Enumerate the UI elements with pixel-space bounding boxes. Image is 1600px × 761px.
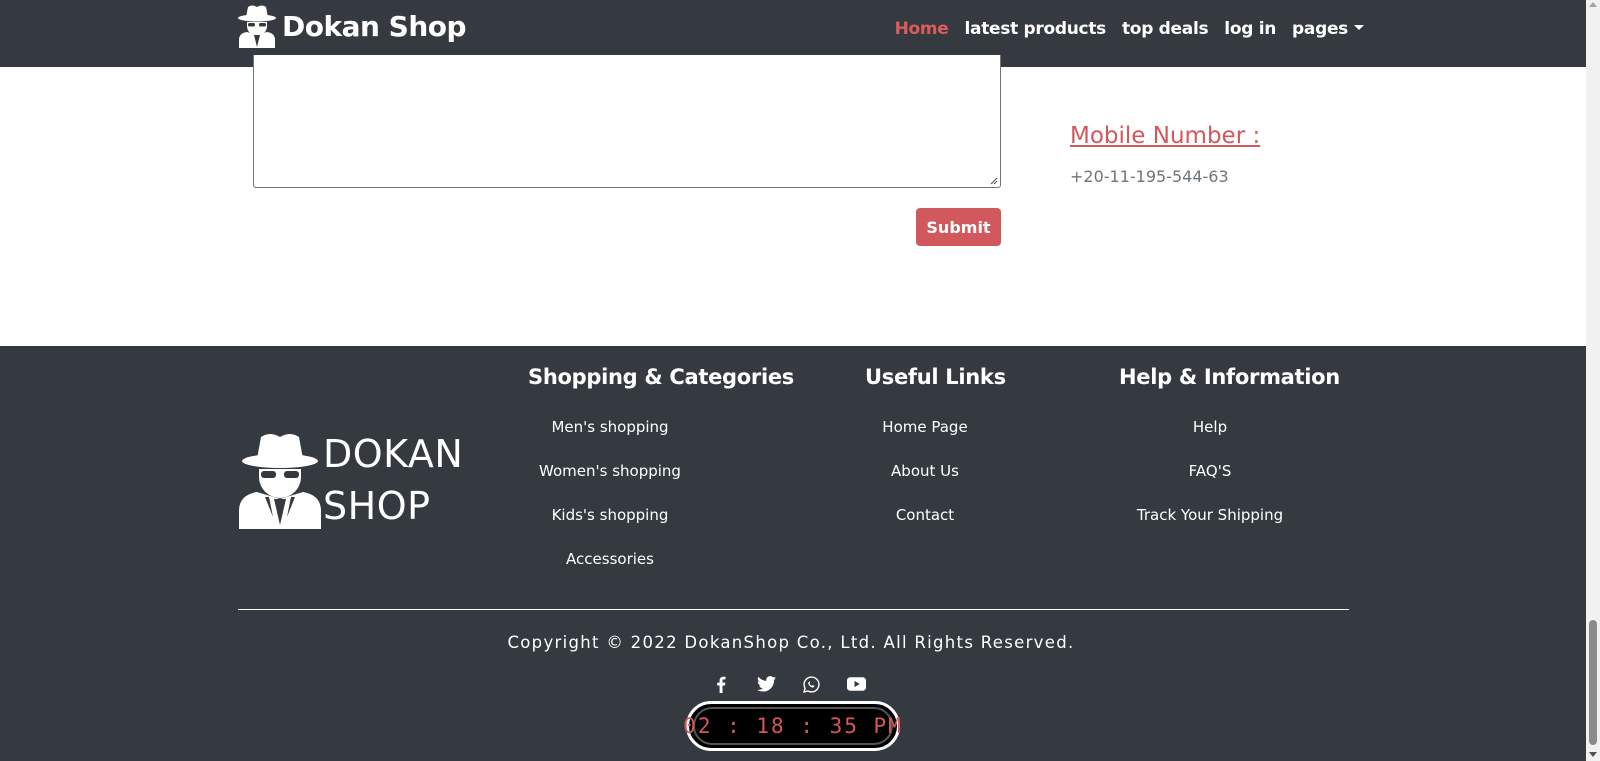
message-textarea[interactable] [253, 55, 1001, 188]
twitter-icon[interactable] [755, 673, 777, 695]
spy-icon [238, 5, 276, 48]
footer-link-home-page[interactable]: Home Page [845, 417, 1005, 461]
footer-column-title: Useful Links [865, 365, 1006, 389]
footer-logo: DOKAN SHOP [237, 428, 463, 532]
mobile-number-title: Mobile Number : [1070, 123, 1261, 149]
footer-link-track-shipping[interactable]: Track Your Shipping [1099, 505, 1321, 549]
footer-brand-line1: DOKAN [323, 432, 464, 476]
footer-link-help[interactable]: Help [1099, 417, 1321, 461]
footer-link-kids-shopping[interactable]: Kids's shopping [488, 505, 732, 549]
footer-link-about-us[interactable]: About Us [845, 461, 1005, 505]
footer-brand-name: DOKAN SHOP [323, 428, 463, 532]
copyright-text: Copyright © 2022 DokanShop Co., Ltd. All… [507, 633, 1075, 652]
footer-link-contact[interactable]: Contact [845, 505, 1005, 549]
brand-link[interactable]: Dokan Shop [237, 4, 467, 48]
spy-icon [239, 434, 321, 529]
nav-latest-products[interactable]: latest products [965, 19, 1107, 39]
nav-pages-dropdown[interactable]: pages [1292, 19, 1364, 39]
footer-link-mens-shopping[interactable]: Men's shopping [488, 417, 732, 461]
footer-column-useful-links: Useful Links Home Page About Us Contact [865, 365, 1006, 549]
caret-down-icon [1354, 24, 1364, 30]
brand-name: Dokan Shop [282, 9, 467, 43]
nav-menu: Home latest products top deals log in pa… [895, 19, 1364, 39]
footer-column-title: Help & Information [1119, 365, 1340, 389]
digital-clock: 02 : 18 : 35 PM [683, 701, 903, 751]
youtube-icon[interactable] [845, 673, 867, 695]
footer-link-womens-shopping[interactable]: Women's shopping [488, 461, 732, 505]
nav-pages-label: pages [1292, 19, 1348, 39]
resize-grip-icon[interactable] [990, 177, 998, 185]
footer: DOKAN SHOP Shopping & Categories Men's s… [0, 346, 1586, 761]
nav-top-deals[interactable]: top deals [1122, 19, 1209, 39]
facebook-icon[interactable] [710, 673, 732, 695]
clock-time: 02 : 18 : 35 PM [683, 714, 903, 738]
whatsapp-icon[interactable] [800, 673, 822, 695]
scroll-down-icon[interactable] [1589, 752, 1597, 757]
scroll-up-icon[interactable] [1589, 2, 1597, 7]
footer-brand-line2: SHOP [323, 484, 431, 528]
footer-link-accessories[interactable]: Accessories [488, 549, 732, 593]
scrollbar-thumb[interactable] [1589, 620, 1597, 745]
nav-home[interactable]: Home [895, 19, 949, 39]
submit-button[interactable]: Submit [916, 208, 1001, 246]
page-scrollbar[interactable] [1586, 0, 1600, 761]
footer-column-title: Shopping & Categories [528, 365, 795, 389]
social-links [710, 673, 867, 695]
footer-column-shopping: Shopping & Categories Men's shopping Wom… [528, 365, 795, 593]
footer-divider [238, 609, 1349, 610]
mobile-number-value: +20-11-195-544-63 [1070, 167, 1229, 186]
footer-link-faqs[interactable]: FAQ'S [1099, 461, 1321, 505]
footer-column-help: Help & Information Help FAQ'S Track Your… [1119, 365, 1340, 549]
nav-log-in[interactable]: log in [1224, 19, 1276, 39]
